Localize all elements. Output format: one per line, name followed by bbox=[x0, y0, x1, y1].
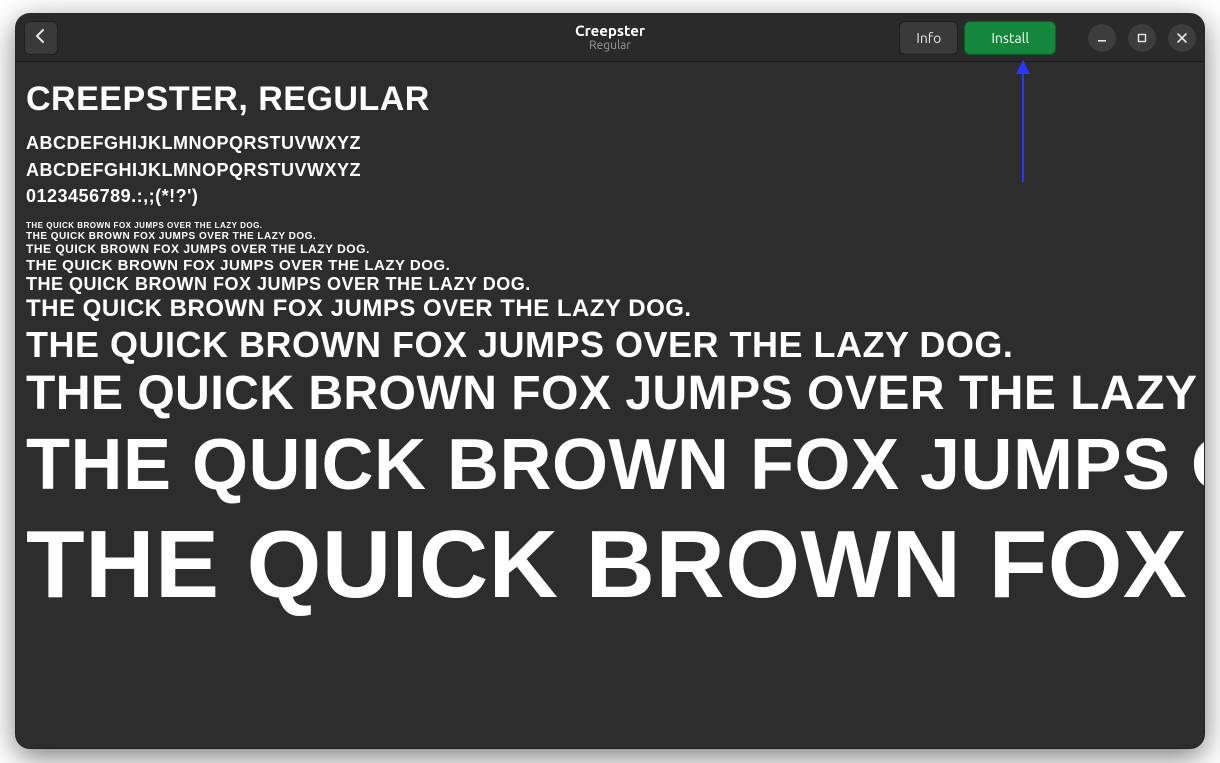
close-button[interactable] bbox=[1168, 24, 1196, 52]
preview-heading: Creepster, Regular bbox=[26, 80, 1194, 119]
waterfall-line: The quick brown fox jumps over the lazy … bbox=[26, 257, 1194, 275]
chevron-left-icon bbox=[35, 29, 47, 47]
waterfall-line: The quick brown fox jumps ove bbox=[26, 423, 1194, 508]
font-viewer-window: Creepster Regular Info Install bbox=[16, 14, 1204, 748]
window-title: Creepster bbox=[575, 23, 645, 40]
headerbar-title-group: Creepster Regular bbox=[575, 23, 645, 53]
maximize-button[interactable] bbox=[1128, 24, 1156, 52]
waterfall-line: The quick brown fox jum bbox=[26, 508, 1194, 621]
minimize-icon bbox=[1096, 32, 1108, 44]
headerbar-left bbox=[24, 21, 58, 55]
waterfall-line: The quick brown fox jumps over the lazy … bbox=[26, 324, 1194, 366]
alphabet-upper: ABCDEFGHIJKLMNOPQRSTUVWXYZ bbox=[26, 133, 1194, 154]
install-button[interactable]: Install bbox=[964, 21, 1056, 55]
minimize-button[interactable] bbox=[1088, 24, 1116, 52]
window-subtitle: Regular bbox=[575, 39, 645, 52]
digits-punct: 0123456789.:,;(*!?') bbox=[26, 186, 1194, 207]
maximize-icon bbox=[1136, 32, 1148, 44]
headerbar-right: Info Install bbox=[899, 21, 1196, 55]
waterfall-line: The quick brown fox jumps over the lazy … bbox=[26, 295, 1194, 323]
back-button[interactable] bbox=[24, 21, 58, 55]
waterfall-line: The quick brown fox jumps over the lazy … bbox=[26, 231, 1194, 243]
annotation-arrow bbox=[1022, 62, 1024, 182]
close-icon bbox=[1176, 32, 1188, 44]
waterfall-line: The quick brown fox jumps over the lazy … bbox=[26, 242, 1194, 256]
headerbar: Creepster Regular Info Install bbox=[16, 14, 1204, 62]
waterfall-line: The quick brown fox jumps over the lazy bbox=[26, 366, 1194, 423]
alphabet-lower: abcdefghijklmnopqrstuvwxyz bbox=[26, 160, 1194, 181]
font-preview-area: Creepster, Regular ABCDEFGHIJKLMNOPQRSTU… bbox=[16, 62, 1204, 748]
info-button[interactable]: Info bbox=[899, 21, 958, 55]
waterfall-line: The quick brown fox jumps over the lazy … bbox=[26, 274, 1194, 295]
waterfall-line: The quick brown fox jumps over the lazy … bbox=[26, 221, 1194, 230]
